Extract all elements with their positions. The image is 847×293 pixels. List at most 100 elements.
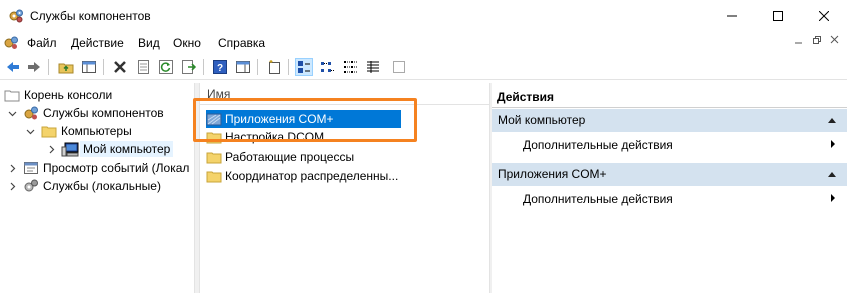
tree-item-my-computer[interactable]: Мой компьютер bbox=[46, 140, 174, 158]
mdi-minimize-button[interactable] bbox=[791, 35, 807, 51]
forward-button[interactable] bbox=[25, 58, 43, 76]
back-button[interactable] bbox=[4, 58, 22, 76]
tree-item-label: Службы (локальные) bbox=[43, 179, 161, 193]
dotted-square-button[interactable] bbox=[390, 58, 408, 76]
menu-window[interactable]: Окно bbox=[173, 36, 201, 50]
toolbar: ? bbox=[0, 54, 847, 80]
large-icons-view-icon bbox=[298, 61, 310, 73]
help-button[interactable]: ? bbox=[211, 58, 229, 76]
folder-icon bbox=[206, 171, 222, 183]
up-folder-icon bbox=[58, 63, 74, 74]
minimize-icon bbox=[727, 15, 737, 17]
action-more-actions[interactable]: Дополнительные действия bbox=[523, 138, 673, 152]
action-group-title: Мой компьютер bbox=[498, 113, 586, 127]
toolbar-separator bbox=[48, 59, 49, 75]
tree-item-label: Просмотр событий (Локал bbox=[43, 161, 190, 175]
forward-arrow-icon bbox=[28, 62, 40, 72]
restore-icon bbox=[813, 36, 821, 44]
title-bar: Службы компонентов bbox=[0, 0, 847, 32]
dotted-square-icon bbox=[393, 61, 405, 73]
details-view-icon bbox=[367, 61, 379, 73]
list-view-icon bbox=[344, 61, 357, 73]
menu-action[interactable]: Действие bbox=[71, 36, 124, 50]
tree-item-local-services[interactable]: Службы (локальные) bbox=[7, 177, 161, 195]
list-item-label: Координатор распределенны... bbox=[225, 169, 399, 183]
tree-item-computers[interactable]: Компьютеры bbox=[25, 122, 132, 140]
close-button[interactable] bbox=[801, 0, 847, 32]
properties-button[interactable] bbox=[134, 58, 152, 76]
new-window-button[interactable] bbox=[265, 58, 283, 76]
component-services-app-icon bbox=[9, 9, 23, 23]
properties-icon bbox=[138, 60, 149, 74]
toolbar-separator bbox=[103, 59, 104, 75]
maximize-button[interactable] bbox=[755, 0, 801, 32]
folder-icon bbox=[206, 152, 222, 164]
submenu-arrow-icon[interactable] bbox=[829, 192, 837, 206]
action-group-my-computer[interactable]: Мой компьютер bbox=[492, 109, 847, 132]
collapse-triangle-icon[interactable] bbox=[827, 109, 837, 141]
minimize-button[interactable] bbox=[709, 0, 755, 32]
submenu-arrow-icon[interactable] bbox=[829, 138, 837, 152]
window-title: Службы компонентов bbox=[30, 9, 151, 23]
list-view-button[interactable] bbox=[341, 58, 359, 76]
list-item-running-processes[interactable]: Работающие процессы bbox=[206, 148, 354, 166]
chevron-right-icon[interactable] bbox=[7, 163, 17, 173]
component-services-icon bbox=[24, 106, 38, 120]
services-gear-icon bbox=[24, 179, 38, 192]
list-item-label: Работающие процессы bbox=[225, 150, 355, 164]
close-icon bbox=[819, 11, 829, 21]
chevron-down-icon[interactable] bbox=[7, 108, 17, 118]
tree-item-label: Компьютеры bbox=[61, 124, 132, 138]
event-viewer-icon bbox=[24, 162, 38, 174]
action-group-title: Приложения COM+ bbox=[498, 167, 607, 181]
show-hide-action-pane-button[interactable] bbox=[234, 58, 252, 76]
menu-help[interactable]: Справка bbox=[218, 36, 265, 50]
new-window-icon bbox=[269, 60, 280, 74]
document-system-menu-icon[interactable] bbox=[3, 35, 19, 51]
tree-item-label: Корень консоли bbox=[24, 88, 113, 102]
actions-pane: Действия Мой компьютер Дополнительные де… bbox=[492, 83, 847, 293]
toolbar-separator bbox=[257, 59, 258, 75]
svg-text:?: ? bbox=[217, 63, 223, 74]
show-hide-tree-button[interactable] bbox=[80, 58, 98, 76]
back-arrow-icon bbox=[7, 62, 19, 72]
refresh-button[interactable] bbox=[157, 58, 175, 76]
menu-view[interactable]: Вид bbox=[138, 36, 160, 50]
small-icons-view-button[interactable] bbox=[318, 58, 336, 76]
list-item-distributed-coordinator[interactable]: Координатор распределенны... bbox=[206, 167, 398, 185]
show-hide-tree-icon bbox=[82, 61, 96, 73]
menu-bar: Файл Действие Вид Окно Справка bbox=[0, 32, 847, 54]
tree-item-label: Службы компонентов bbox=[43, 106, 164, 120]
chevron-down-icon[interactable] bbox=[25, 126, 35, 136]
refresh-icon bbox=[159, 60, 173, 74]
toolbar-separator bbox=[288, 59, 289, 75]
close-icon bbox=[830, 35, 839, 44]
up-one-level-button[interactable] bbox=[57, 58, 75, 76]
tree-item-console-root[interactable]: Корень консоли bbox=[4, 86, 112, 104]
show-hide-action-pane-icon bbox=[236, 61, 250, 73]
help-icon: ? bbox=[213, 60, 227, 74]
mdi-close-button[interactable] bbox=[827, 35, 843, 51]
collapse-triangle-icon[interactable] bbox=[827, 163, 837, 195]
mdi-restore-button[interactable] bbox=[809, 35, 825, 51]
delete-button[interactable] bbox=[111, 58, 129, 76]
tree-item-event-viewer[interactable]: Просмотр событий (Локал bbox=[7, 159, 189, 177]
actions-header: Действия bbox=[492, 86, 847, 108]
export-list-icon bbox=[182, 60, 197, 74]
computer-icon bbox=[61, 142, 79, 157]
action-group-com-applications[interactable]: Приложения COM+ bbox=[492, 163, 847, 186]
tree-item-component-services[interactable]: Службы компонентов bbox=[7, 104, 164, 122]
action-more-actions[interactable]: Дополнительные действия bbox=[523, 192, 673, 206]
menu-file[interactable]: Файл bbox=[27, 36, 57, 50]
chevron-right-icon[interactable] bbox=[46, 144, 56, 154]
delete-icon bbox=[114, 61, 126, 73]
highlight-annotation-box bbox=[193, 98, 417, 142]
export-list-button[interactable] bbox=[180, 58, 198, 76]
chevron-right-icon[interactable] bbox=[7, 181, 17, 191]
details-view-button[interactable] bbox=[364, 58, 382, 76]
maximize-icon bbox=[773, 11, 783, 21]
folder-icon bbox=[41, 126, 57, 138]
console-tree-pane: Корень консоли Службы компонентов Компью… bbox=[0, 83, 195, 293]
tree-item-label: Мой компьютер bbox=[80, 141, 174, 157]
large-icons-view-button[interactable] bbox=[295, 58, 313, 76]
